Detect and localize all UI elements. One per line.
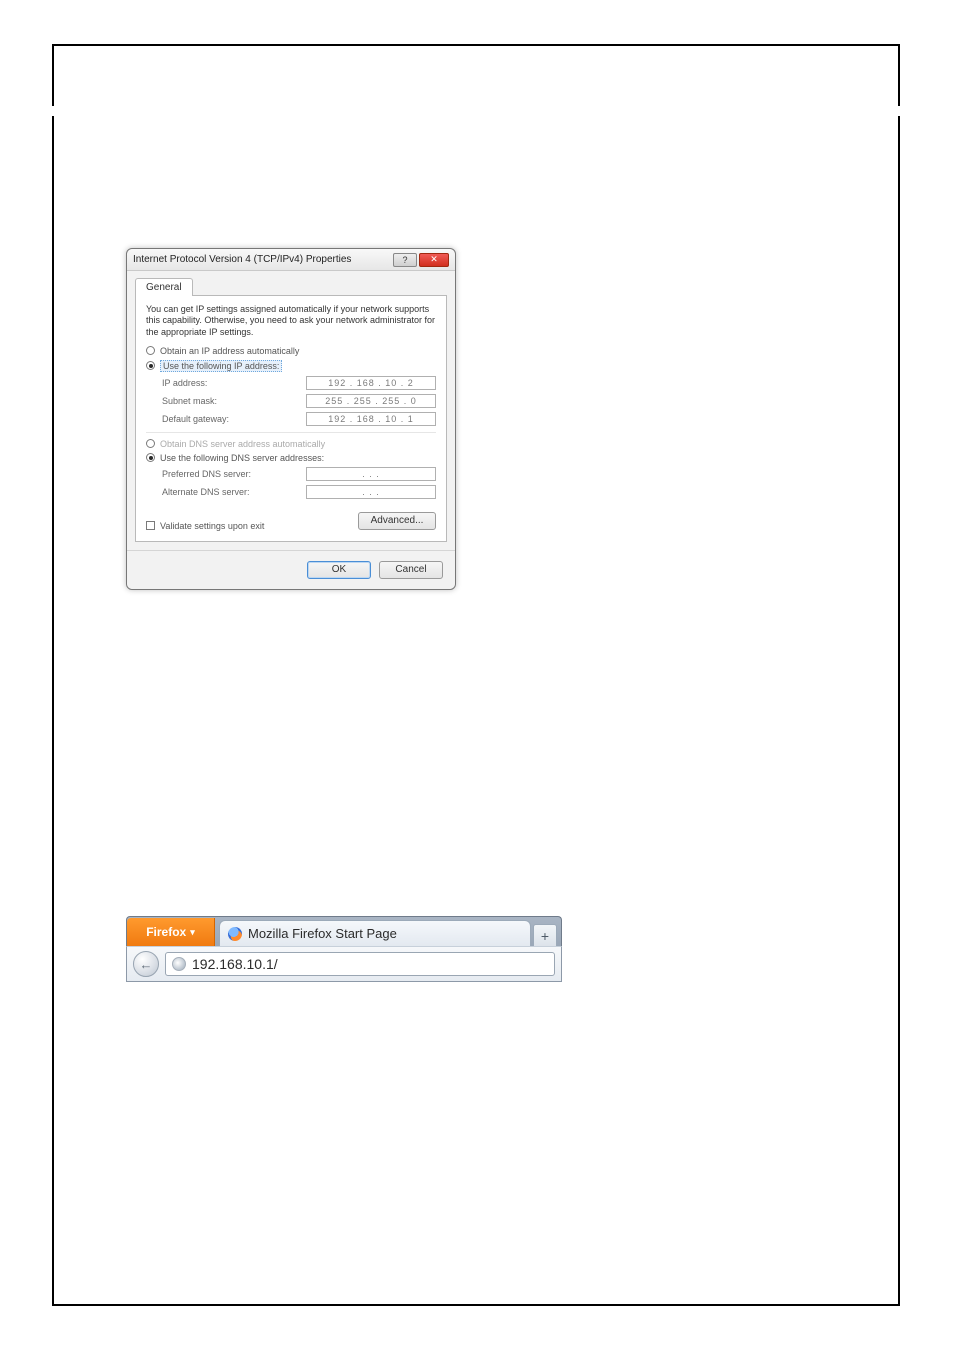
field-ip-address: IP address: 192 . 168 . 10 . 2 bbox=[162, 376, 436, 390]
dialog-title: Internet Protocol Version 4 (TCP/IPv4) P… bbox=[133, 254, 391, 265]
advanced-button[interactable]: Advanced... bbox=[358, 512, 436, 530]
field-label: Default gateway: bbox=[162, 414, 300, 424]
field-preferred-dns: Preferred DNS server: . . . bbox=[162, 467, 436, 481]
radio-use-following-dns[interactable]: Use the following DNS server addresses: bbox=[146, 453, 436, 463]
separator bbox=[146, 432, 436, 433]
help-button[interactable]: ? bbox=[393, 253, 417, 267]
back-button[interactable]: ← bbox=[133, 951, 159, 977]
checkbox-label: Validate settings upon exit bbox=[160, 521, 264, 531]
arrow-left-icon: ← bbox=[140, 957, 153, 972]
cancel-button[interactable]: Cancel bbox=[379, 561, 443, 579]
field-label: Preferred DNS server: bbox=[162, 469, 300, 479]
browser-tab-title: Mozilla Firefox Start Page bbox=[248, 926, 397, 941]
validate-on-exit[interactable]: Validate settings upon exit bbox=[146, 521, 264, 531]
radio-obtain-ip-auto[interactable]: Obtain an IP address automatically bbox=[146, 346, 436, 356]
field-subnet-mask: Subnet mask: 255 . 255 . 255 . 0 bbox=[162, 394, 436, 408]
field-label: IP address: bbox=[162, 378, 300, 388]
checkbox-icon bbox=[146, 521, 155, 530]
caret-down-icon: ▾ bbox=[190, 927, 195, 938]
field-default-gateway: Default gateway: 192 . 168 . 10 . 1 bbox=[162, 412, 436, 426]
dialog-button-row: OK Cancel bbox=[127, 550, 455, 589]
tab-general[interactable]: General bbox=[135, 278, 193, 296]
radio-icon bbox=[146, 361, 155, 370]
radio-icon bbox=[146, 439, 155, 448]
firefox-favicon-icon bbox=[228, 927, 242, 941]
globe-icon bbox=[172, 957, 186, 971]
radio-icon bbox=[146, 453, 155, 462]
radio-label: Obtain DNS server address automatically bbox=[160, 439, 325, 449]
browser-tab[interactable]: Mozilla Firefox Start Page bbox=[219, 920, 531, 946]
firefox-app-button[interactable]: Firefox ▾ bbox=[127, 918, 215, 946]
ipv4-properties-dialog: Internet Protocol Version 4 (TCP/IPv4) P… bbox=[126, 248, 456, 590]
radio-obtain-dns-auto: Obtain DNS server address automatically bbox=[146, 439, 436, 449]
field-alternate-dns: Alternate DNS server: . . . bbox=[162, 485, 436, 499]
tabstrip: General bbox=[135, 277, 447, 296]
close-button[interactable]: ✕ bbox=[419, 253, 449, 267]
firefox-toolbar: ← 192.168.10.1/ bbox=[126, 946, 562, 982]
radio-icon bbox=[146, 346, 155, 355]
radio-label: Use the following IP address: bbox=[160, 360, 282, 372]
firefox-window: Firefox ▾ Mozilla Firefox Start Page + ←… bbox=[126, 916, 562, 982]
firefox-tabstrip: Firefox ▾ Mozilla Firefox Start Page + bbox=[126, 916, 562, 946]
subnet-mask-input[interactable]: 255 . 255 . 255 . 0 bbox=[306, 394, 436, 408]
new-tab-button[interactable]: + bbox=[533, 924, 557, 946]
ip-address-input[interactable]: 192 . 168 . 10 . 2 bbox=[306, 376, 436, 390]
ok-button[interactable]: OK bbox=[307, 561, 371, 579]
preferred-dns-input[interactable]: . . . bbox=[306, 467, 436, 481]
field-label: Subnet mask: bbox=[162, 396, 300, 406]
alternate-dns-input[interactable]: . . . bbox=[306, 485, 436, 499]
page-header-frame bbox=[52, 44, 900, 106]
radio-label: Obtain an IP address automatically bbox=[160, 346, 299, 356]
intro-text: You can get IP settings assigned automat… bbox=[146, 304, 436, 338]
radio-label: Use the following DNS server addresses: bbox=[160, 453, 324, 463]
field-label: Alternate DNS server: bbox=[162, 487, 300, 497]
firefox-app-label: Firefox bbox=[146, 925, 186, 939]
url-text: 192.168.10.1/ bbox=[192, 956, 278, 972]
radio-use-following-ip[interactable]: Use the following IP address: bbox=[146, 360, 436, 372]
default-gateway-input[interactable]: 192 . 168 . 10 . 1 bbox=[306, 412, 436, 426]
tab-panel-general: You can get IP settings assigned automat… bbox=[135, 296, 447, 542]
dialog-titlebar: Internet Protocol Version 4 (TCP/IPv4) P… bbox=[127, 249, 455, 271]
address-bar[interactable]: 192.168.10.1/ bbox=[165, 952, 555, 976]
